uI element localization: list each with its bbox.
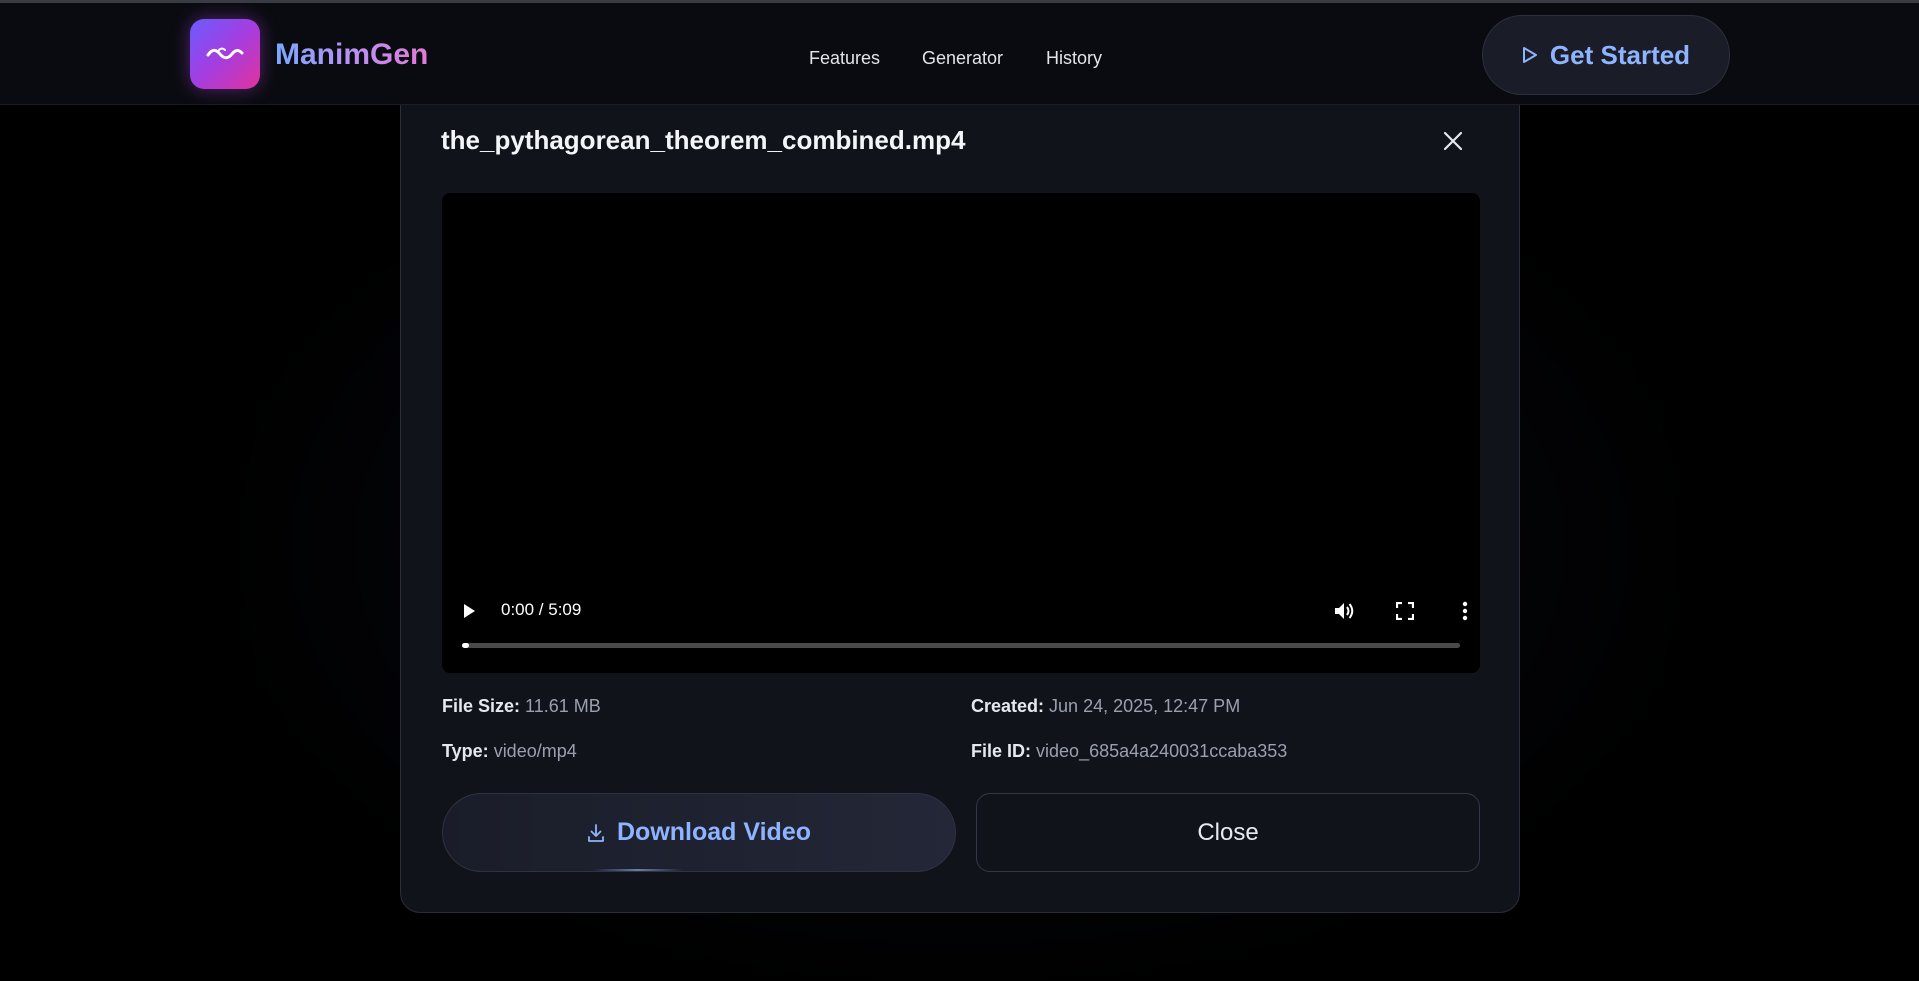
- video-more-options-button[interactable]: [1452, 598, 1478, 624]
- type-value: video/mp4: [493, 741, 577, 761]
- file-id-info: File ID: video_685a4a240031ccaba353: [971, 739, 1287, 763]
- download-icon: [588, 823, 604, 842]
- video-modal: the_pythagorean_theorem_combined.mp4 0:0…: [400, 105, 1520, 913]
- created-label: Created:: [971, 696, 1045, 716]
- video-time: 0:00 / 5:09: [501, 600, 582, 619]
- close-icon: [1443, 131, 1463, 151]
- video-player[interactable]: 0:00 / 5:09: [442, 193, 1480, 673]
- site-header: ManimGen Features Generator History Get …: [0, 3, 1919, 105]
- file-id-value: video_685a4a240031ccaba353: [1036, 741, 1288, 761]
- video-play-button[interactable]: [456, 598, 482, 624]
- video-seek-bar[interactable]: [462, 643, 1460, 648]
- created-value: Jun 24, 2025, 12:47 PM: [1049, 696, 1241, 716]
- volume-icon: [1335, 603, 1354, 619]
- play-outline-icon: [1522, 47, 1537, 63]
- file-size-value: 11.61 MB: [525, 696, 601, 716]
- type-label: Type:: [442, 741, 489, 761]
- download-video-button[interactable]: Download Video: [442, 793, 956, 872]
- play-icon: [464, 604, 475, 618]
- button-glint: [593, 869, 683, 871]
- brand-name[interactable]: ManimGen: [275, 37, 428, 73]
- wave-icon: [206, 47, 244, 60]
- logo-badge[interactable]: [190, 19, 260, 89]
- nav-features[interactable]: Features: [809, 47, 880, 69]
- video-seek-progress: [462, 643, 469, 648]
- get-started-button[interactable]: Get Started: [1482, 15, 1730, 95]
- fullscreen-icon: [1396, 602, 1414, 620]
- nav-history[interactable]: History: [1046, 47, 1102, 69]
- type-info: Type: video/mp4: [442, 739, 577, 763]
- download-video-label: Download Video: [617, 818, 811, 846]
- modal-title: the_pythagorean_theorem_combined.mp4: [441, 125, 966, 155]
- file-size-label: File Size:: [442, 696, 521, 716]
- more-vertical-icon: [1462, 601, 1468, 621]
- modal-close-button[interactable]: [1437, 125, 1469, 157]
- close-button[interactable]: Close: [976, 793, 1480, 872]
- video-fullscreen-button[interactable]: [1392, 598, 1418, 624]
- close-button-label: Close: [1197, 818, 1259, 846]
- video-volume-button[interactable]: [1332, 598, 1358, 624]
- get-started-label: Get Started: [1549, 39, 1691, 70]
- file-id-label: File ID:: [971, 741, 1032, 761]
- file-size-info: File Size: 11.61 MB: [442, 694, 601, 718]
- nav-generator[interactable]: Generator: [922, 47, 1003, 69]
- created-info: Created: Jun 24, 2025, 12:47 PM: [971, 694, 1240, 718]
